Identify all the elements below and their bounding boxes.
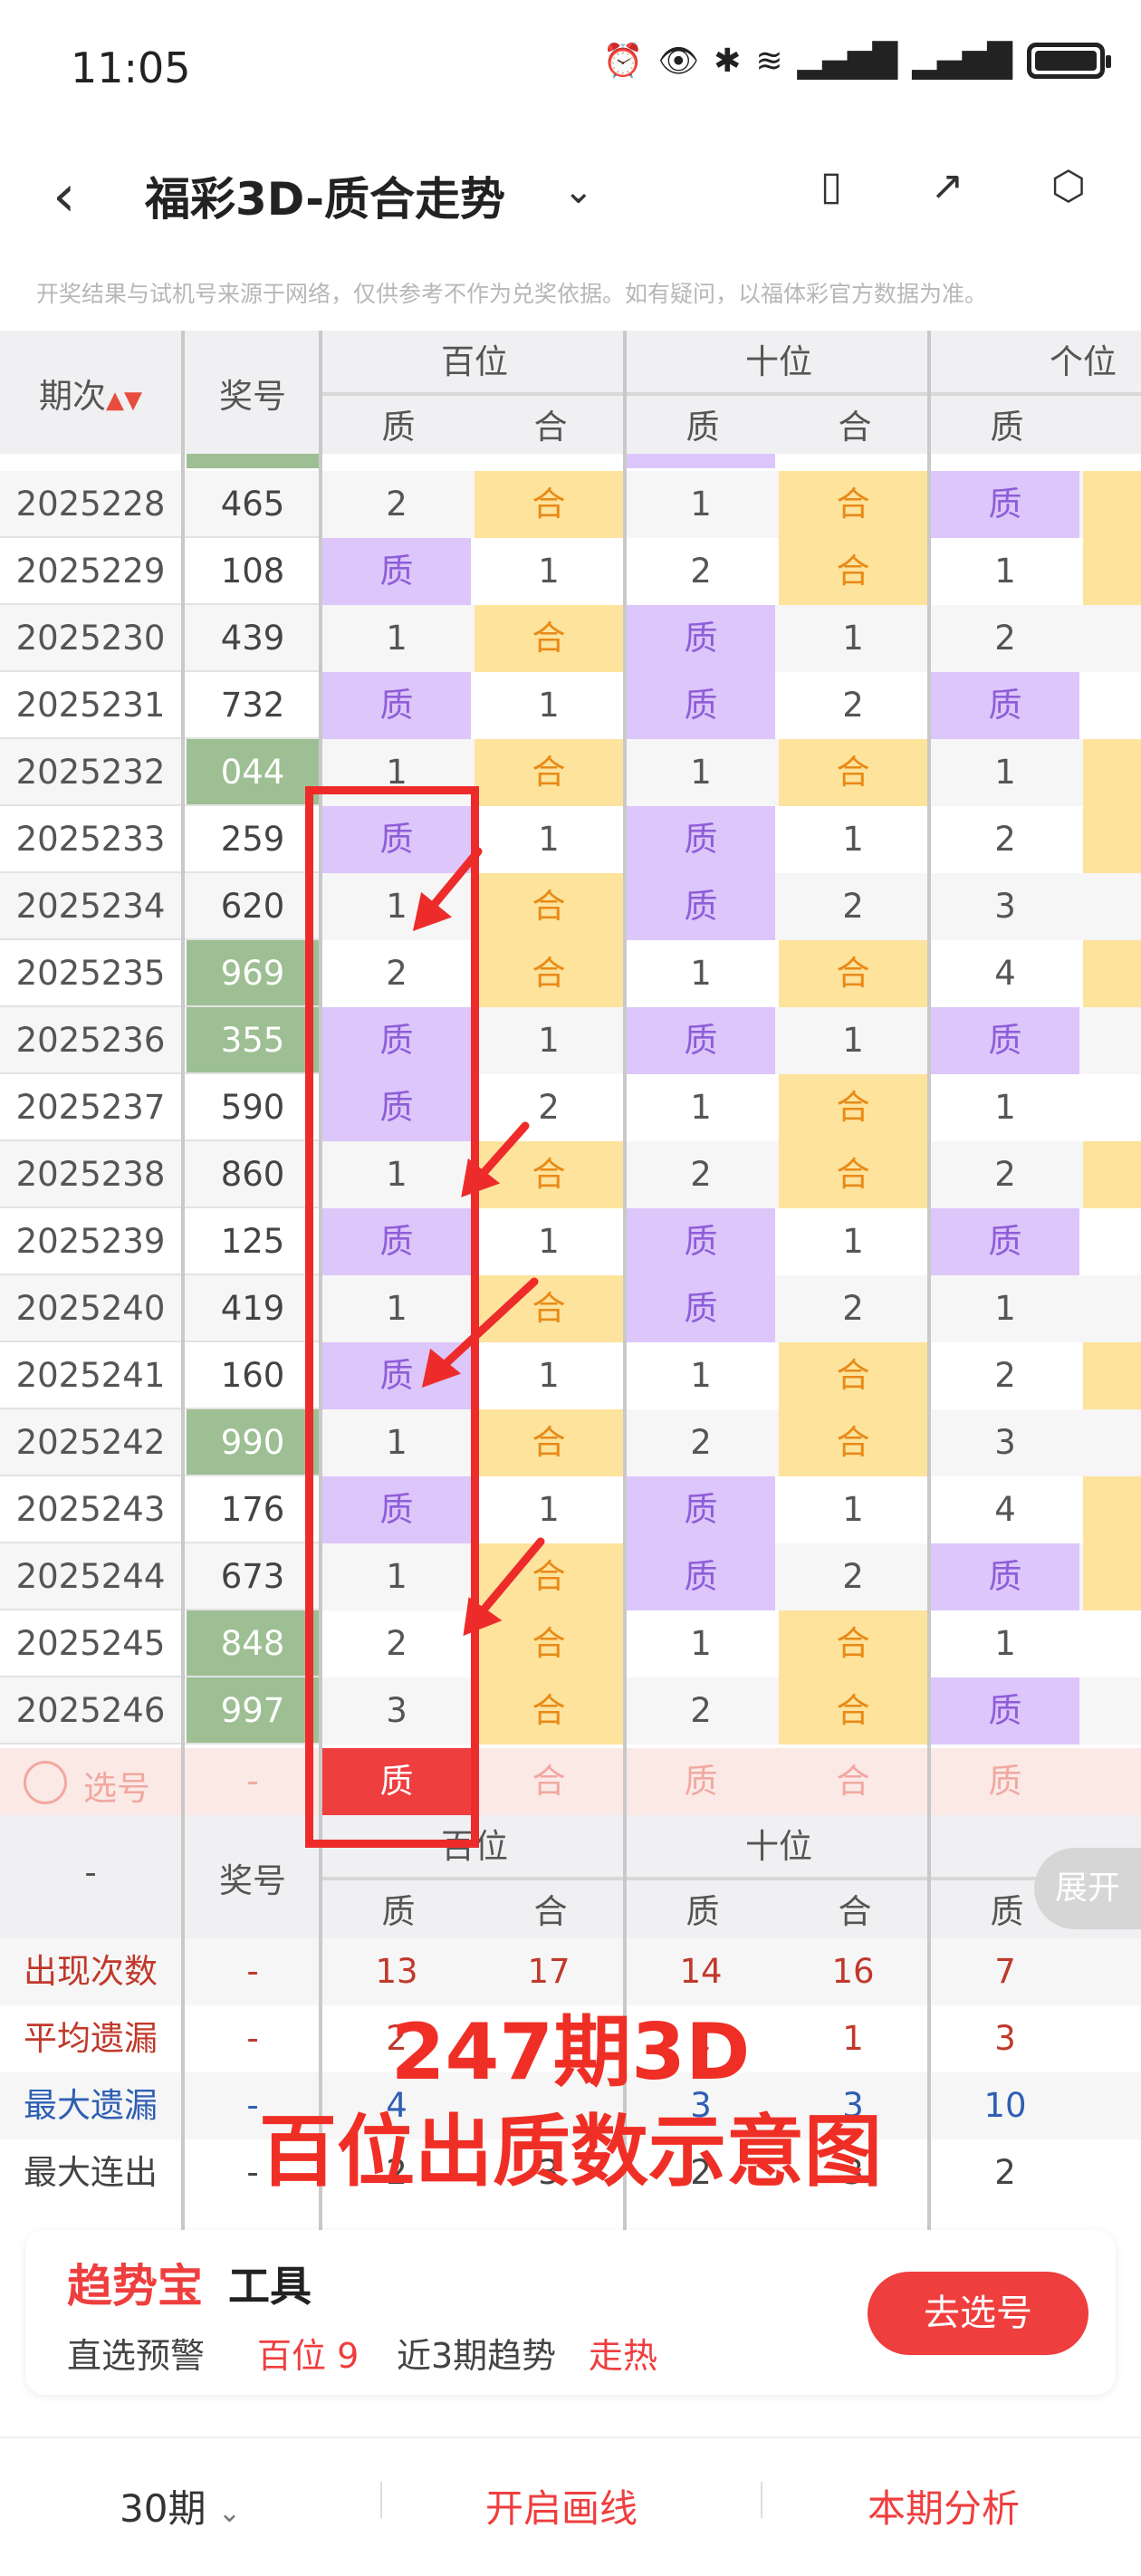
tool-suffix: 工具 [228,2262,312,2311]
arrow-line [471,1537,545,1624]
chevron-down-icon: ⌄ [217,2497,241,2529]
wifi-icon: ≋ [755,42,783,80]
bottom-bar: 30期 ⌄ 开启画线 本期分析 [0,2437,1141,2576]
status-bar: 11:05 ⏰ 👁 ✱ ≋ ▂▄▆█ ▂▄▆█ [0,0,1141,136]
disclaimer: 开奖结果与试机号来源于网络，仅供参考不作为兑奖依据。如有疑问，以福体彩官方数据为… [36,281,988,307]
overlay-subtitle: 百位出质数示意图 [259,2107,882,2197]
annotation-arrows [412,847,545,1637]
battery-icon [1027,43,1111,79]
trend-tool-card: 趋势宝 工具 直选预警 百位 9 近3期趋势 走热 去选号 [25,2230,1116,2395]
status-time: 11:05 [71,43,191,92]
signal-icon: ▂▄▆█ [797,42,898,80]
overlay-title: 247期3D [390,2007,751,2098]
draw-line-button[interactable]: 开启画线 [485,2478,638,2533]
trend-table: 期次▲▼ 奖号 百位 十位 个位 质 合 质 合 质 2025228 465 2 合 1… [0,331,1141,2233]
warn-position: 百位 9 [257,2336,360,2376]
settings-icon[interactable]: ⬡ [1041,163,1096,217]
page-title: 福彩3D-质合走势 [145,173,505,226]
bottom-divider [0,2437,1141,2438]
trend-label: 近3期趋势 [397,2336,557,2376]
trend-value: 走热 [589,2336,658,2376]
eye-icon: 👁 [657,43,700,80]
phone-landscape-icon[interactable]: ▯ [804,163,858,217]
alarm-icon: ⏰ [602,43,644,80]
signal2-icon: ▂▄▆█ [912,42,1012,80]
warn-label: 直选预警 [67,2336,206,2376]
chevron-down-icon[interactable]: ⌄ [563,170,594,212]
select-number-button[interactable]: 去选号 [868,2272,1088,2355]
tool-brand: 趋势宝 [67,2260,203,2312]
status-icons: ⏰ 👁 ✱ ≋ ▂▄▆█ ▂▄▆█ [602,42,1111,80]
separator [380,2482,382,2518]
back-icon[interactable]: ‹ [53,163,76,230]
bluetooth-icon: ✱ [714,42,742,80]
period-select[interactable]: 30期 ⌄ [120,2478,241,2533]
separator [761,2482,762,2518]
arrow-line [432,1277,539,1377]
analysis-button[interactable]: 本期分析 [868,2478,1020,2533]
nav-bar: ‹ 福彩3D-质合走势 ⌄ ▯ ↗ ⬡ [0,136,1141,254]
share-icon[interactable]: ↗ [920,163,974,217]
